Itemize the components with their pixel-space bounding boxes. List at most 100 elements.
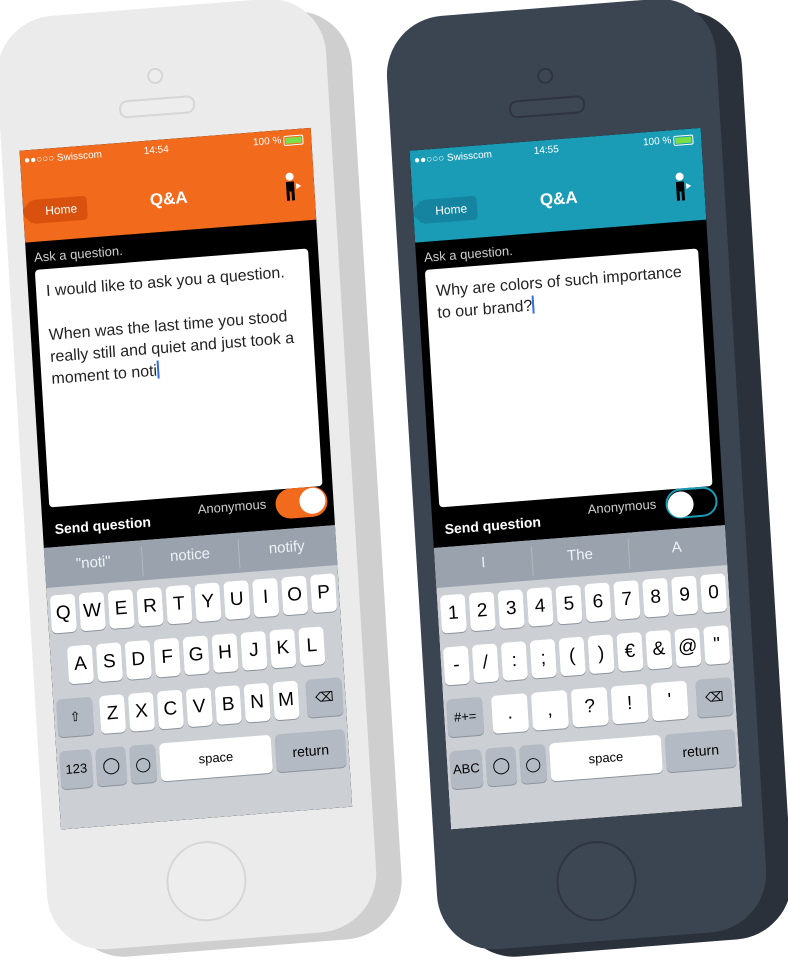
key[interactable]: 1 <box>439 593 467 634</box>
microphone-icon[interactable]: ◯ <box>519 743 548 784</box>
return-key[interactable]: return <box>664 728 737 773</box>
key[interactable]: O <box>281 575 309 616</box>
key[interactable]: 0 <box>699 573 728 614</box>
key[interactable]: @ <box>674 627 702 668</box>
return-key[interactable]: return <box>274 728 347 773</box>
key[interactable]: A <box>66 644 95 685</box>
key[interactable]: . <box>490 693 530 734</box>
question-text: I would like to ask you a question. When… <box>45 264 300 388</box>
globe-icon[interactable]: ◯ <box>95 746 128 787</box>
key[interactable]: B <box>214 685 242 725</box>
key[interactable]: K <box>269 628 297 669</box>
prompt-label: Ask a question. <box>423 242 514 265</box>
anonymous-toggle[interactable] <box>664 485 719 520</box>
anonymous-toggle[interactable] <box>274 485 329 520</box>
key[interactable]: D <box>124 639 152 680</box>
suggestion-2[interactable]: The <box>531 543 629 568</box>
carrier: ●●○○○ Swisscom <box>413 149 493 167</box>
key[interactable]: S <box>95 642 124 683</box>
key[interactable]: L <box>298 626 326 667</box>
key[interactable]: I <box>252 577 280 618</box>
globe-icon[interactable]: ◯ <box>485 746 518 787</box>
key[interactable]: F <box>153 637 181 678</box>
numbers-key[interactable]: 123 <box>59 748 94 790</box>
suggestion-1[interactable]: "noti" <box>44 550 142 575</box>
key[interactable]: " <box>703 625 731 666</box>
suggestion-3[interactable]: A <box>628 535 726 560</box>
key[interactable]: J <box>240 630 268 671</box>
key[interactable]: H <box>211 633 239 674</box>
suggestion-1[interactable]: I <box>434 550 532 575</box>
phone-white: ●●○○○ Swisscom 14:54 100 % Home Q&A Ask … <box>0 0 406 969</box>
key[interactable]: W <box>78 591 106 632</box>
home-button[interactable] <box>164 838 249 925</box>
key[interactable]: N <box>243 682 271 723</box>
question-input[interactable]: Why are colors of such importance to our… <box>424 248 713 508</box>
key[interactable]: 2 <box>468 591 496 632</box>
key[interactable]: , <box>530 690 570 731</box>
toggle-knob <box>298 486 327 515</box>
nav-bar: ●●○○○ Swisscom 14:55 100 % Home Q&A <box>409 127 707 243</box>
symbols-key[interactable]: #+= <box>446 696 485 738</box>
camera <box>536 67 554 85</box>
prompt-label: Ask a question. <box>33 242 124 265</box>
phone-dark: ●●○○○ Swisscom 14:55 100 % Home Q&A Ask … <box>383 0 788 969</box>
key[interactable]: P <box>309 573 338 614</box>
key[interactable]: € <box>616 631 644 672</box>
key[interactable]: V <box>185 687 213 728</box>
status-bar: ●●○○○ Swisscom 14:55 100 % <box>410 128 702 173</box>
microphone-icon[interactable]: ◯ <box>129 743 158 784</box>
send-question-button[interactable]: Send question <box>54 514 151 538</box>
battery-icon <box>673 134 694 147</box>
key[interactable]: C <box>156 689 185 730</box>
key[interactable]: X <box>127 691 156 732</box>
backspace-key[interactable]: ⌫ <box>695 677 734 718</box>
key[interactable]: Q <box>49 593 77 634</box>
backspace-key[interactable]: ⌫ <box>305 677 344 718</box>
key[interactable]: & <box>645 629 673 670</box>
key[interactable]: : <box>500 641 528 681</box>
anonymous-label: Anonymous <box>197 496 267 517</box>
key[interactable]: 6 <box>584 582 612 623</box>
key[interactable]: 3 <box>497 589 525 630</box>
key[interactable]: E <box>107 589 135 630</box>
key[interactable]: T <box>165 584 193 625</box>
screen: ●●○○○ Swisscom 14:55 100 % Home Q&A Ask … <box>409 127 743 830</box>
person-exit-icon[interactable] <box>671 171 693 203</box>
home-button[interactable] <box>554 838 639 925</box>
key[interactable]: 5 <box>555 584 583 625</box>
person-exit-icon[interactable] <box>281 171 303 203</box>
key[interactable]: / <box>471 643 500 684</box>
shift-key[interactable]: ⇧ <box>56 696 95 738</box>
key[interactable]: R <box>136 586 164 627</box>
screen: ●●○○○ Swisscom 14:54 100 % Home Q&A Ask … <box>19 127 353 830</box>
key[interactable]: U <box>223 580 251 620</box>
key[interactable]: ! <box>610 683 649 725</box>
question-input[interactable]: I would like to ask you a question. When… <box>34 248 323 508</box>
key[interactable]: 9 <box>671 575 699 616</box>
text-caret <box>156 360 160 379</box>
speaker <box>508 94 586 119</box>
space-key[interactable]: space <box>158 734 273 782</box>
key[interactable]: ) <box>587 634 615 675</box>
key[interactable]: G <box>182 635 210 676</box>
key[interactable]: ( <box>558 636 586 677</box>
key[interactable]: 8 <box>642 577 670 618</box>
suggestion-2[interactable]: notice <box>141 543 239 568</box>
abc-key[interactable]: ABC <box>449 748 484 790</box>
key[interactable]: Y <box>194 582 222 623</box>
space-key[interactable]: space <box>548 734 663 782</box>
page-title: Q&A <box>539 187 579 210</box>
key[interactable]: ? <box>570 686 609 728</box>
key[interactable]: Z <box>98 694 127 735</box>
key[interactable]: 7 <box>613 580 641 620</box>
suggestion-3[interactable]: notify <box>238 535 336 560</box>
key[interactable]: ; <box>529 638 557 679</box>
speaker <box>118 94 196 119</box>
send-question-button[interactable]: Send question <box>444 514 541 538</box>
battery-icon <box>283 134 304 147</box>
key[interactable]: ' <box>650 680 689 722</box>
key[interactable]: M <box>272 680 300 721</box>
key[interactable]: - <box>442 645 471 686</box>
key[interactable]: 4 <box>526 586 554 627</box>
